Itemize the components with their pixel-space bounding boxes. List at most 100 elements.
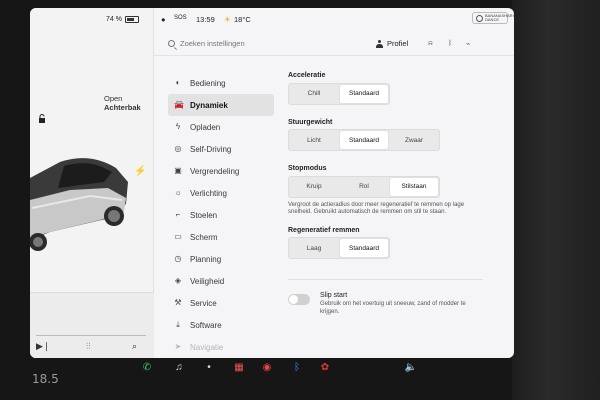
stop-mode-option-kruip[interactable]: Kruip — [290, 178, 338, 196]
sidebar-item-verlichting[interactable]: ☼ Verlichting — [168, 182, 274, 204]
sidebar-item-stoelen[interactable]: ⌐ Stoelen — [168, 204, 274, 226]
media-player: ▶❘ ⫶⫶ ⌕ — [30, 292, 154, 358]
acceleration-option-standaard[interactable]: Standaard — [340, 84, 388, 103]
settings-menu: ◐ Bediening 🚘 Dynamiek ϟ Opladen ◎ Self-Driving… — [168, 72, 274, 358]
sidebar-item-self-driving[interactable]: ◎ Self-Driving — [168, 138, 274, 160]
right-bezel — [512, 0, 600, 400]
toybox-icon[interactable]: ✿ — [318, 361, 332, 375]
sidebar-item-label: Scherm — [190, 232, 218, 242]
car-image — [30, 158, 128, 251]
sos-label: SOS — [174, 15, 187, 21]
sidebar-item-dynamiek[interactable]: 🚘 Dynamiek — [168, 94, 274, 116]
bluetooth-app-icon[interactable]: ᛒ — [290, 361, 304, 375]
skip-next-icon[interactable]: ▶❘ — [36, 341, 50, 352]
steering-option-standaard[interactable]: Standaard — [340, 131, 388, 149]
shield-icon: ◈ — [174, 276, 182, 285]
sidebar-item-label: Software — [190, 320, 222, 330]
sidebar-item-label: Verlichting — [190, 188, 227, 198]
sidebar-item-label: Self-Driving — [190, 144, 232, 154]
slip-start-row: Slip start Gebruik om het voertuig uit s… — [288, 292, 498, 316]
regen-selector: Laag Standaard — [288, 237, 390, 259]
person-icon — [376, 39, 383, 48]
sidebar-item-planning[interactable]: ◷ Planning — [168, 248, 274, 270]
battery-indicator: 74 % — [106, 16, 139, 23]
sidebar-item-label: Opladen — [190, 122, 221, 132]
stop-mode-option-rol[interactable]: Rol — [340, 178, 388, 196]
screen-icon: ▭ — [174, 232, 182, 241]
steering-label: Stuurgewicht — [288, 118, 333, 126]
acceleration-label: Acceleratie — [288, 72, 326, 79]
search-media-icon[interactable]: ⌕ — [132, 341, 137, 352]
clock-icon: ◷ — [174, 254, 182, 263]
steering-option-licht[interactable]: Licht — [290, 131, 338, 149]
wifi-off-icon[interactable]: ⌁ — [466, 40, 470, 48]
battery-percent: 74 % — [106, 16, 122, 23]
profile-label: Profiel — [387, 39, 409, 48]
steering-selector: Licht Standaard Zwaar — [288, 129, 440, 151]
dynamics-settings: Acceleratie Chill Standaard Stuurgewicht … — [288, 72, 498, 316]
badge-text: BANANASHARING DANCE — [485, 13, 514, 22]
sidebar-item-label: Service — [190, 298, 217, 308]
sidebar-item-veiligheid[interactable]: ◈ Veiligheid — [168, 270, 274, 292]
divider — [288, 279, 483, 280]
sidebar-item-label: Bediening — [190, 78, 226, 88]
phone-icon[interactable]: ✆ — [140, 361, 154, 375]
regen-label: Regeneratief remmen — [288, 226, 360, 234]
regen-option-laag[interactable]: Laag — [290, 239, 338, 257]
settings-search-input[interactable] — [180, 39, 330, 48]
volume-icon[interactable]: 🔈 — [404, 361, 418, 375]
acceleration-selector: Chill Standaard — [288, 82, 390, 105]
sidebar-item-label: Dynamiek — [190, 100, 228, 110]
clock-time: 13:59 — [196, 15, 215, 24]
trunk-open-label: Open — [104, 94, 123, 103]
steering-wheel-icon: ◎ — [174, 144, 182, 153]
music-icon[interactable]: ♫ — [172, 361, 186, 375]
stop-mode-label: Stopmodus — [288, 165, 327, 172]
sidebar-item-label: Navigatie — [190, 342, 224, 352]
touchscreen: 74 % Open Achterbak ⚡ ▶❘ ⫶⫶ ⌕ ● SOS 13:5… — [30, 8, 514, 358]
light-icon: ☼ — [174, 188, 182, 197]
acceleration-option-chill[interactable]: Chill — [290, 85, 338, 103]
bolt-icon: ϟ — [175, 122, 181, 131]
cabin-temperature[interactable]: 18.5 — [32, 372, 59, 386]
sidebar-item-scherm[interactable]: ▭ Scherm — [168, 226, 274, 248]
seat-icon: ⌐ — [175, 210, 181, 219]
more-icon[interactable]: • — [202, 361, 216, 375]
sidebar-item-label: Planning — [190, 254, 222, 264]
sidebar-item-service[interactable]: ⚒ Service — [168, 292, 274, 314]
slip-start-label: Slip start — [320, 292, 348, 299]
car-icon: 🚘 — [174, 100, 184, 109]
sun-icon: ☀ — [224, 15, 231, 24]
regen-option-standaard[interactable]: Standaard — [340, 239, 388, 257]
toggle-icon: ◐ — [175, 78, 181, 87]
slip-start-toggle[interactable] — [288, 294, 310, 305]
charging-bolt-icon: ⚡ — [134, 166, 147, 177]
bell-icon[interactable]: ⍾ — [428, 40, 433, 48]
open-trunk-button[interactable]: Open Achterbak — [104, 94, 141, 112]
media-progress-bar[interactable] — [36, 335, 146, 336]
car-panel: 74 % Open Achterbak ⚡ ▶❘ ⫶⫶ ⌕ — [30, 8, 154, 358]
sidebar-item-label: Vergrendeling — [190, 166, 240, 176]
search-icon — [168, 40, 175, 47]
stop-mode-help: Vergroot de actieradius door meer regene… — [288, 201, 465, 216]
sidebar-item-vergrendeling[interactable]: ▣ Vergrendeling — [168, 160, 274, 182]
stop-mode-option-stilstaan[interactable]: Stilstaan — [390, 177, 438, 196]
camera-icon[interactable]: ◉ — [260, 361, 274, 375]
download-icon: ⤓ — [176, 320, 180, 329]
outside-temperature: 18°C — [234, 15, 251, 24]
sidebar-item-label: Veiligheid — [190, 276, 225, 286]
steering-option-zwaar[interactable]: Zwaar — [390, 131, 438, 149]
lock-icon[interactable] — [38, 114, 46, 124]
calendar-icon[interactable]: ▦ — [232, 361, 246, 375]
equalizer-icon[interactable]: ⫶⫶ — [86, 341, 91, 352]
sidebar-item-navigatie[interactable]: ➤ Navigatie — [168, 336, 274, 358]
profile-button[interactable]: Profiel — [376, 39, 408, 48]
sidebar-item-opladen[interactable]: ϟ Opladen — [168, 116, 274, 138]
bluetooth-icon[interactable]: ᛒ — [448, 40, 452, 47]
sidebar-item-bediening[interactable]: ◐ Bediening — [168, 72, 274, 94]
status-bar: ● SOS 13:59 ☀ 18°C BANANASHARING DANCE — [154, 8, 514, 30]
settings-search-row: Profiel ⍾ ᛒ ⌁ — [154, 34, 514, 56]
sidebar-item-software[interactable]: ⤓ Software — [168, 314, 274, 336]
profile-badge[interactable]: BANANASHARING DANCE — [472, 12, 514, 24]
user-icon: ● — [161, 15, 166, 24]
